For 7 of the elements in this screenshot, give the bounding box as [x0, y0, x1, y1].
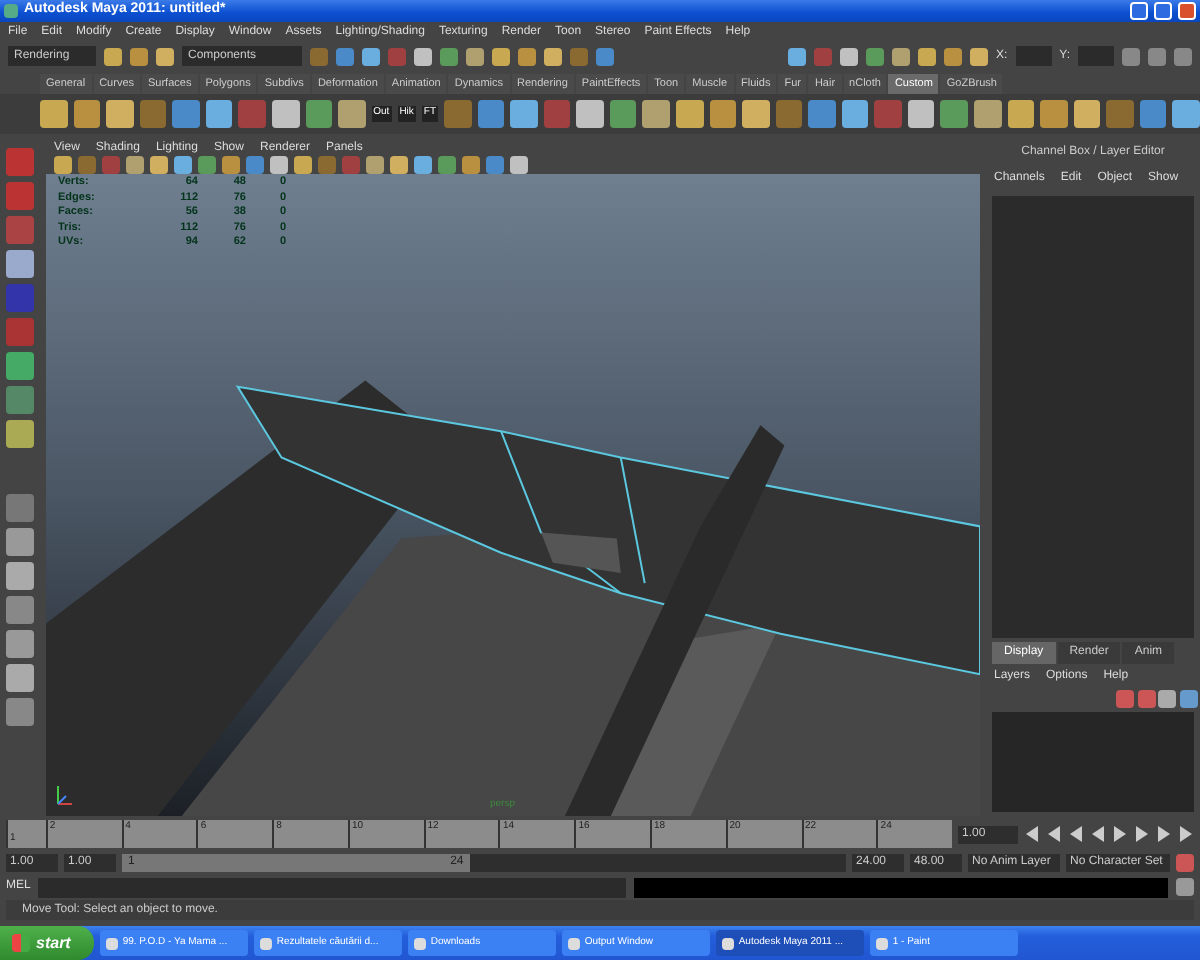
minimize-button[interactable]: [1130, 2, 1148, 20]
close-button[interactable]: [1178, 2, 1196, 20]
axis-gizmo-icon: [54, 784, 74, 808]
y-field[interactable]: [1078, 46, 1114, 66]
x-field[interactable]: [1015, 46, 1052, 66]
windows-logo-icon: [12, 934, 30, 952]
maximize-button[interactable]: [1154, 2, 1172, 20]
